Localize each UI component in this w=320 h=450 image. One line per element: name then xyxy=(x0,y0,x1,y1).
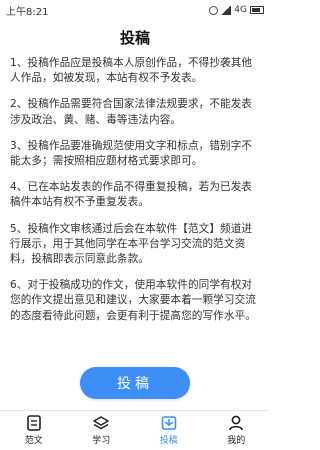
guideline-3: 3、投稿作品要准确规范使用文字和标点，错别字不能太多；需按照相应题材格式要求即可… xyxy=(10,139,253,168)
tab-study[interactable]: 学习 xyxy=(68,411,136,450)
tab-essays[interactable]: 范文 xyxy=(0,411,68,450)
network-label: 4G xyxy=(234,5,247,15)
page-title: 投稿 xyxy=(119,28,150,47)
tab-label: 投稿 xyxy=(159,436,178,446)
guideline-4: 4、已在本站发表的作品不得重复投稿，若为已发表稿件本站有权不予重复发表。 xyxy=(10,181,253,209)
guideline-1: 1、投稿作品应是投稿本人原创作品，不得抄袭其他人作品，如被发现，本站有权不予发表… xyxy=(10,57,253,85)
guidelines-content: 1、投稿作品应是投稿本人原创作品，不得抄袭其他人作品，如被发现，本站有权不予发表… xyxy=(10,56,262,335)
submit-button[interactable]: 投稿 xyxy=(80,367,190,399)
submit-container: 投稿 xyxy=(0,367,270,399)
guideline-6: 6、对于投稿成功的作文，使用本软件的同学有权对您的作文提出意见和建议，大家要本着… xyxy=(10,279,256,322)
battery-icon xyxy=(250,6,264,14)
tab-label: 学习 xyxy=(92,436,111,446)
guideline-5: 5、投稿作文审核通过后会在本软件【范文】频道进行展示，用于其他同学在本平台学习交… xyxy=(10,222,253,266)
guideline-2: 2、投稿作品需要符合国家法律法规要求，不能发表涉及政治、黄、赌、毒等违法内容。 xyxy=(10,98,253,126)
tab-label: 我的 xyxy=(227,436,246,446)
tab-submit[interactable]: 投稿 xyxy=(135,411,203,450)
status-icons: 4G xyxy=(209,5,264,15)
signal-icon xyxy=(221,5,232,15)
bottom-tab-bar: 范文 学习 投稿 我的 xyxy=(0,410,270,450)
title-bar: 投稿 xyxy=(0,20,270,54)
tab-label: 范文 xyxy=(24,436,43,446)
layers-icon xyxy=(93,415,109,431)
document-icon xyxy=(26,415,42,431)
status-bar: 上午8:21 4G xyxy=(0,0,270,20)
status-time: 上午8:21 xyxy=(6,6,49,18)
person-icon xyxy=(228,415,244,431)
submit-icon xyxy=(161,415,177,431)
alarm-icon xyxy=(209,5,219,15)
tab-profile[interactable]: 我的 xyxy=(203,411,271,450)
